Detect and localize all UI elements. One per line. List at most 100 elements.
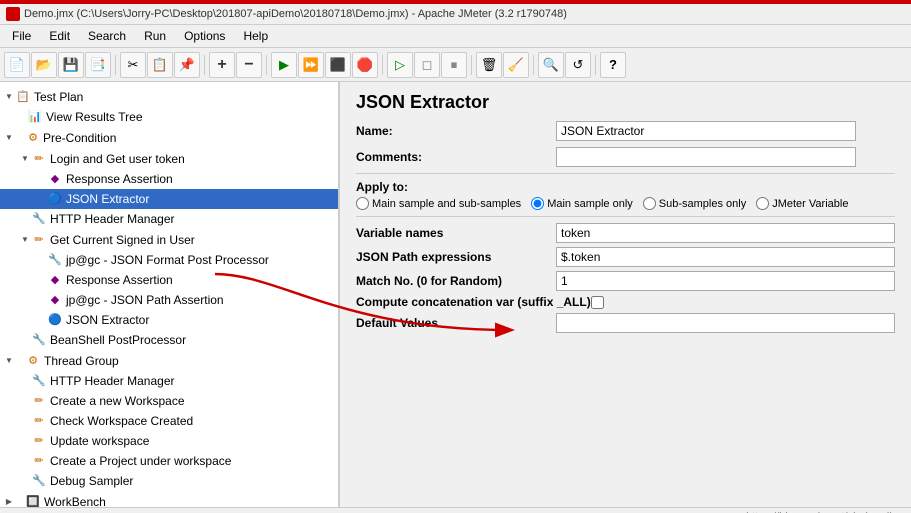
- toolbar-clear-all[interactable]: 🧹: [503, 52, 529, 78]
- toolbar-copy[interactable]: 📋: [147, 52, 173, 78]
- toolbar-save[interactable]: 💾: [58, 52, 84, 78]
- expand-wb[interactable]: [4, 492, 14, 507]
- toolbar-paste[interactable]: 📌: [174, 52, 200, 78]
- menu-options[interactable]: Options: [176, 27, 233, 45]
- icon-ds: 🔧: [31, 473, 47, 489]
- tree-node-update-workspace[interactable]: ✏ Update workspace: [0, 431, 338, 451]
- menu-run[interactable]: Run: [136, 27, 174, 45]
- match-no-input[interactable]: [556, 271, 895, 291]
- icon-test-plan: 📋: [15, 89, 31, 105]
- tree-node-login[interactable]: ✏ Login and Get user token: [0, 148, 338, 169]
- radio-main-only[interactable]: Main sample only: [531, 197, 633, 210]
- toolbar-reset[interactable]: ↺: [565, 52, 591, 78]
- radio-main-sub[interactable]: Main sample and sub-samples: [356, 197, 521, 210]
- icon-cw: ✏: [31, 393, 47, 409]
- toolbar-sep1: [115, 55, 116, 75]
- toolbar-remote-shutdown[interactable]: ⏹: [441, 52, 467, 78]
- tree-node-response-assertion-2[interactable]: ◆ Response Assertion: [0, 270, 338, 290]
- toolbar-clear[interactable]: 🗑: [476, 52, 502, 78]
- tree-node-response-assertion-1[interactable]: ◆ Response Assertion: [0, 169, 338, 189]
- toolbar-sep6: [533, 55, 534, 75]
- json-path-input[interactable]: [556, 247, 895, 267]
- name-input[interactable]: [556, 121, 856, 141]
- tree-node-test-plan[interactable]: 📋 Test Plan: [0, 86, 338, 107]
- label-wb: WorkBench: [44, 493, 106, 508]
- radio-input-jmeter-var[interactable]: [756, 197, 769, 210]
- menu-help[interactable]: Help: [235, 27, 276, 45]
- status-bar: https://blog.csdn.net/zhalyradion: [0, 507, 911, 513]
- default-values-input[interactable]: [556, 313, 895, 333]
- variable-names-label: Variable names: [356, 226, 556, 240]
- toolbar-expand[interactable]: +: [209, 52, 235, 78]
- menu-edit[interactable]: Edit: [41, 27, 78, 45]
- toolbar-remote-start[interactable]: ▷: [387, 52, 413, 78]
- tree-node-pre-condition[interactable]: ⚙ Pre-Condition: [0, 127, 338, 148]
- expand-pre-condition[interactable]: [4, 128, 14, 147]
- toolbar-start[interactable]: ▶: [271, 52, 297, 78]
- toolbar-sep7: [595, 55, 596, 75]
- icon-cwc: ✏: [31, 413, 47, 429]
- tree-node-jp-gc-json-post[interactable]: 🔧 jp@gc - JSON Format Post Processor: [0, 250, 338, 270]
- toolbar-help[interactable]: ?: [600, 52, 626, 78]
- icon-view-results: 📊: [27, 109, 43, 125]
- tree-node-debug-sampler[interactable]: 🔧 Debug Sampler: [0, 471, 338, 491]
- default-values-label: Default Values: [356, 316, 556, 330]
- menu-file[interactable]: File: [4, 27, 39, 45]
- tree-node-json-extractor[interactable]: 🔵 JSON Extractor: [0, 189, 338, 209]
- json-path-label: JSON Path expressions: [356, 250, 556, 264]
- app-icon: [6, 7, 20, 21]
- tree-node-get-current-user[interactable]: ✏ Get Current Signed in User: [0, 229, 338, 250]
- icon-hh1: 🔧: [31, 211, 47, 227]
- compute-concat-checkbox[interactable]: [591, 296, 604, 309]
- comments-input[interactable]: [556, 147, 856, 167]
- tree-node-thread-group[interactable]: ⚙ Thread Group: [0, 350, 338, 371]
- radio-jmeter-var[interactable]: JMeter Variable: [756, 197, 848, 210]
- toolbar-save-as[interactable]: 📑: [85, 52, 111, 78]
- tree-node-view-results[interactable]: 📊 View Results Tree: [0, 107, 338, 127]
- tree-node-jp-gc-json-path[interactable]: ◆ jp@gc - JSON Path Assertion: [0, 290, 338, 310]
- tree-node-json-extractor-2[interactable]: 🔵 JSON Extractor: [0, 310, 338, 330]
- radio-input-main-only[interactable]: [531, 197, 544, 210]
- default-values-row: Default Values: [356, 313, 895, 333]
- label-login: Login and Get user token: [50, 150, 185, 168]
- label-ra2: Response Assertion: [66, 271, 173, 289]
- label-jpgc2: jp@gc - JSON Path Assertion: [66, 291, 224, 309]
- toolbar-new[interactable]: 📄: [4, 52, 30, 78]
- radio-label-main-sub: Main sample and sub-samples: [372, 198, 521, 210]
- toolbar-stop[interactable]: ⬛: [325, 52, 351, 78]
- tree-node-workbench[interactable]: 🔲 WorkBench: [0, 491, 338, 507]
- radio-label-sub-only: Sub-samples only: [659, 198, 746, 210]
- icon-gcu: ✏: [31, 232, 47, 248]
- toolbar-open[interactable]: 📂: [31, 52, 57, 78]
- main-area: 📋 Test Plan 📊 View Results Tree ⚙ Pre-Co…: [0, 82, 911, 507]
- radio-input-main-sub[interactable]: [356, 197, 369, 210]
- name-row: Name:: [356, 121, 895, 141]
- expand-tg[interactable]: [4, 351, 14, 370]
- expand-test-plan[interactable]: [4, 87, 14, 106]
- toolbar-collapse[interactable]: −: [236, 52, 262, 78]
- tree-node-create-project[interactable]: ✏ Create a Project under workspace: [0, 451, 338, 471]
- tree-node-check-workspace[interactable]: ✏ Check Workspace Created: [0, 411, 338, 431]
- radio-input-sub-only[interactable]: [643, 197, 656, 210]
- toolbar-shutdown[interactable]: 🛑: [352, 52, 378, 78]
- icon-wb: 🔲: [25, 494, 41, 508]
- expand-gcu[interactable]: [20, 230, 30, 249]
- toolbar-sep3: [266, 55, 267, 75]
- tree-node-beanshell[interactable]: 🔧 BeanShell PostProcessor: [0, 330, 338, 350]
- toolbar-remote-stop[interactable]: ◻: [414, 52, 440, 78]
- expand-login[interactable]: [20, 149, 30, 168]
- toolbar-cut[interactable]: ✂: [120, 52, 146, 78]
- radio-label-jmeter-var: JMeter Variable: [772, 198, 848, 210]
- radio-sub-only[interactable]: Sub-samples only: [643, 197, 746, 210]
- divider-1: [356, 173, 895, 174]
- name-label: Name:: [356, 124, 556, 138]
- toolbar-search[interactable]: 🔍: [538, 52, 564, 78]
- tree-node-create-workspace[interactable]: ✏ Create a new Workspace: [0, 391, 338, 411]
- toolbar-start-no-pause[interactable]: ⏩: [298, 52, 324, 78]
- tree-node-http-header-2[interactable]: 🔧 HTTP Header Manager: [0, 371, 338, 391]
- icon-jpgc1: 🔧: [47, 252, 63, 268]
- variable-names-input[interactable]: [556, 223, 895, 243]
- label-view-results: View Results Tree: [46, 108, 143, 126]
- tree-node-http-header-1[interactable]: 🔧 HTTP Header Manager: [0, 209, 338, 229]
- menu-search[interactable]: Search: [80, 27, 134, 45]
